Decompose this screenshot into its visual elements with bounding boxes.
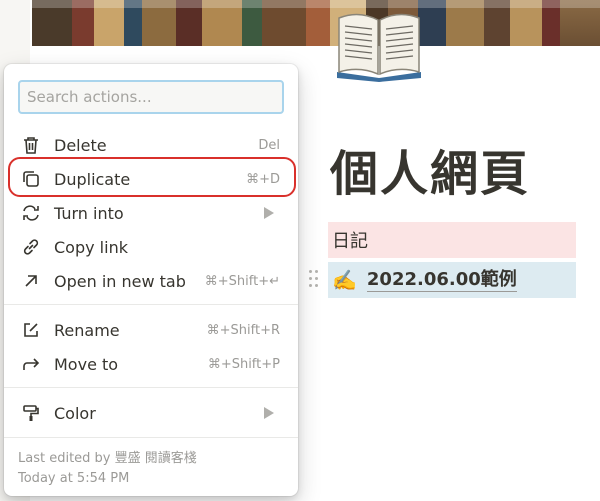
menu-item-label: Turn into bbox=[54, 203, 124, 223]
paint-roller-icon bbox=[20, 402, 42, 424]
search-actions-input[interactable] bbox=[18, 80, 284, 114]
last-edited-by: Last edited by 豐盛 閱讀客棧 bbox=[18, 451, 197, 466]
example-page-link-block[interactable]: ✍️ 2022.06.00範例 bbox=[328, 262, 576, 298]
drag-handle[interactable] bbox=[309, 270, 321, 290]
move-arrow-icon bbox=[20, 353, 42, 375]
submenu-arrow-icon bbox=[264, 407, 274, 419]
duplicate-highlight-outline bbox=[8, 157, 296, 197]
page-title[interactable]: 個人網頁 bbox=[330, 134, 530, 204]
menu-item-move-to[interactable]: Move to ⌘+Shift+P bbox=[10, 347, 292, 381]
menu-item-shortcut: ⌘+Shift+R bbox=[206, 322, 280, 338]
turn-into-icon bbox=[20, 202, 42, 224]
menu-item-label: Rename bbox=[54, 320, 120, 340]
block-actions-menu: Delete Del Duplicate ⌘+D Turn into Copy … bbox=[4, 64, 298, 496]
menu-item-shortcut: ⌘+Shift+P bbox=[207, 356, 280, 372]
menu-item-label: Move to bbox=[54, 354, 119, 374]
external-arrow-icon bbox=[20, 270, 42, 292]
menu-divider bbox=[4, 304, 298, 305]
writing-hand-icon: ✍️ bbox=[332, 268, 357, 292]
last-edited-time: Today at 5:54 PM bbox=[18, 471, 130, 486]
menu-item-turn-into[interactable]: Turn into bbox=[10, 196, 292, 230]
menu-item-shortcut: ⌘+Shift+↵ bbox=[204, 273, 280, 289]
example-page-link[interactable]: 2022.06.00範例 bbox=[366, 269, 517, 292]
menu-item-label: Copy link bbox=[54, 237, 128, 257]
menu-item-label: Color bbox=[54, 403, 96, 423]
menu-item-label: Delete bbox=[54, 135, 107, 155]
rename-icon bbox=[20, 319, 42, 341]
menu-item-copy-link[interactable]: Copy link bbox=[10, 230, 292, 264]
menu-item-open-new-tab[interactable]: Open in new tab ⌘+Shift+↵ bbox=[10, 264, 292, 298]
cover-image bbox=[32, 0, 600, 46]
menu-item-shortcut: Del bbox=[258, 137, 280, 153]
menu-item-label: Open in new tab bbox=[54, 271, 186, 291]
menu-divider bbox=[4, 437, 298, 438]
trash-icon bbox=[20, 134, 42, 156]
diary-block-text: 日記 bbox=[332, 231, 368, 252]
menu-item-color[interactable]: Color bbox=[10, 396, 292, 430]
open-book-icon[interactable] bbox=[333, 8, 425, 82]
submenu-arrow-icon bbox=[264, 207, 274, 219]
menu-item-rename[interactable]: Rename ⌘+Shift+R bbox=[10, 313, 292, 347]
menu-divider bbox=[4, 387, 298, 388]
diary-block[interactable]: 日記 bbox=[328, 222, 576, 258]
link-icon bbox=[20, 236, 42, 258]
